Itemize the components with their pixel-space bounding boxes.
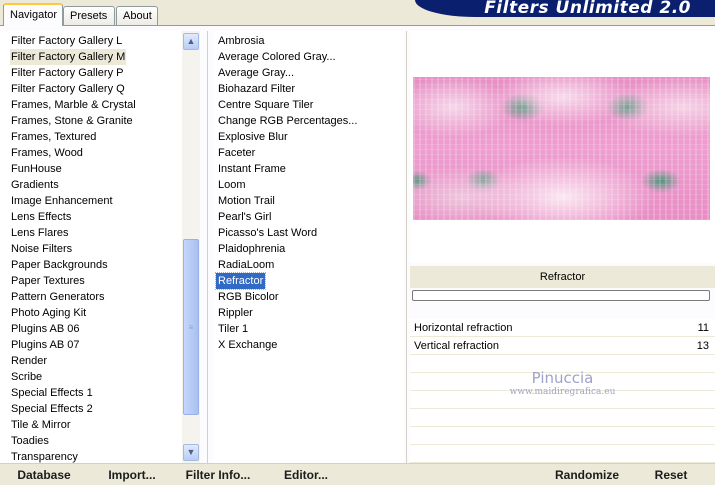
category-item[interactable]: Filter Factory Gallery Q <box>10 81 126 97</box>
tab-strip: Navigator Presets About Filters Unlimite… <box>0 0 715 26</box>
app-title: Filters Unlimited 2.0 <box>484 0 691 17</box>
watermark-site: www.maidiregrafica.eu <box>509 387 616 397</box>
category-item[interactable]: Paper Backgrounds <box>10 257 109 273</box>
category-item[interactable]: Transparency <box>10 449 79 463</box>
reset-button[interactable]: Reset <box>646 466 696 484</box>
category-item[interactable]: Tile & Mirror <box>10 417 71 433</box>
tab-navigator[interactable]: Navigator <box>3 3 63 26</box>
category-item[interactable]: Frames, Wood <box>10 145 84 161</box>
filter-item[interactable]: RadiaLoom <box>216 257 276 273</box>
preview-area <box>410 31 715 263</box>
category-item[interactable]: Render <box>10 353 48 369</box>
filter-item[interactable]: Pearl's Girl <box>216 209 273 225</box>
filter-item[interactable]: Motion Trail <box>216 193 277 209</box>
filter-item[interactable]: Faceter <box>216 145 257 161</box>
filter-item[interactable]: RGB Bicolor <box>216 289 281 305</box>
param-row-horizontal[interactable]: Horizontal refraction 11 <box>410 319 715 337</box>
current-filter-name: Refractor <box>410 266 715 288</box>
filter-item[interactable]: X Exchange <box>216 337 279 353</box>
category-item[interactable]: Gradients <box>10 177 60 193</box>
filter-item[interactable]: Biohazard Filter <box>216 81 297 97</box>
watermark: Pinuccia www.maidiregrafica.eu <box>410 369 715 398</box>
category-item[interactable]: Noise Filters <box>10 241 73 257</box>
progress-bar <box>412 290 710 301</box>
filter-info-button[interactable]: Filter Info... <box>180 466 256 484</box>
filter-item[interactable]: Loom <box>216 177 248 193</box>
category-item[interactable]: Filter Factory Gallery M <box>10 49 127 65</box>
chevron-down-icon: ▼ <box>186 447 196 457</box>
filter-item[interactable]: Plaidophrenia <box>216 241 287 257</box>
category-item[interactable]: Pattern Generators <box>10 289 106 305</box>
tab-navigator-label: Navigator <box>10 9 58 21</box>
editor-button[interactable]: Editor... <box>276 466 336 484</box>
category-scrollbar[interactable]: ▲ ≡ ▼ <box>182 31 200 463</box>
filter-item[interactable]: Explosive Blur <box>216 129 290 145</box>
filter-item[interactable]: Rippler <box>216 305 255 321</box>
filter-item[interactable]: Refractor <box>214 272 267 290</box>
filter-item[interactable]: Average Colored Gray... <box>216 49 338 65</box>
category-item[interactable]: Photo Aging Kit <box>10 305 87 321</box>
param-row-empty <box>410 409 715 427</box>
filter-item[interactable]: Ambrosia <box>216 33 266 49</box>
database-button[interactable]: Database <box>8 466 80 484</box>
category-item[interactable]: Plugins AB 07 <box>10 337 81 353</box>
category-item[interactable]: Frames, Stone & Granite <box>10 113 134 129</box>
category-item[interactable]: Special Effects 1 <box>10 385 94 401</box>
randomize-button[interactable]: Randomize <box>548 466 626 484</box>
category-item[interactable]: Toadies <box>10 433 50 449</box>
param-row-vertical[interactable]: Vertical refraction 13 <box>410 337 715 355</box>
category-item[interactable]: Paper Textures <box>10 273 86 289</box>
import-button[interactable]: Import... <box>100 466 164 484</box>
filter-item[interactable]: Instant Frame <box>216 161 288 177</box>
param-label: Horizontal refraction <box>414 322 513 334</box>
category-item[interactable]: Filter Factory Gallery P <box>10 65 124 81</box>
scroll-thumb[interactable]: ≡ <box>183 239 199 415</box>
app-banner: Filters Unlimited 2.0 <box>415 0 715 17</box>
grip-icon: ≡ <box>188 323 194 332</box>
param-value: 11 <box>697 322 709 334</box>
filter-item[interactable]: Tiler 1 <box>216 321 250 337</box>
param-value: 13 <box>696 340 709 352</box>
category-item[interactable]: Special Effects 2 <box>10 401 94 417</box>
watermark-name: Pinuccia <box>531 369 594 387</box>
chevron-up-icon: ▲ <box>186 36 196 46</box>
category-item[interactable]: Scribe <box>10 369 43 385</box>
tab-presets-label: Presets <box>70 10 108 22</box>
category-list[interactable]: Filter Factory Gallery L Filter Factory G… <box>0 31 182 463</box>
tab-about-label: About <box>123 10 152 22</box>
category-item[interactable]: FunHouse <box>10 161 63 177</box>
tab-about[interactable]: About <box>116 6 158 25</box>
category-item[interactable]: Lens Effects <box>10 209 72 225</box>
filter-item[interactable]: Change RGB Percentages... <box>216 113 359 129</box>
bottom-button-bar: Database Import... Filter Info... Editor… <box>0 463 715 485</box>
category-item[interactable]: Plugins AB 06 <box>10 321 81 337</box>
scroll-down-button[interactable]: ▼ <box>183 444 199 461</box>
category-item[interactable]: Image Enhancement <box>10 193 114 209</box>
preview-image <box>413 77 710 220</box>
category-item[interactable]: Frames, Marble & Crystal <box>10 97 137 113</box>
divider <box>406 31 407 463</box>
navigator-panel: Filter Factory Gallery L Filter Factory G… <box>0 25 715 485</box>
tab-presets[interactable]: Presets <box>63 6 115 25</box>
category-item[interactable]: Filter Factory Gallery L <box>10 33 123 49</box>
category-item[interactable]: Frames, Textured <box>10 129 97 145</box>
param-row-empty <box>410 445 715 463</box>
filter-item[interactable]: Centre Square Tiler <box>216 97 315 113</box>
divider <box>207 31 208 463</box>
scroll-up-button[interactable]: ▲ <box>183 33 199 50</box>
param-label: Vertical refraction <box>414 340 499 352</box>
filter-item[interactable]: Average Gray... <box>216 65 296 81</box>
filter-list[interactable]: Ambrosia Average Colored Gray... Average G… <box>214 31 404 463</box>
category-item[interactable]: Lens Flares <box>10 225 69 241</box>
filter-item[interactable]: Picasso's Last Word <box>216 225 319 241</box>
param-row-empty <box>410 427 715 445</box>
